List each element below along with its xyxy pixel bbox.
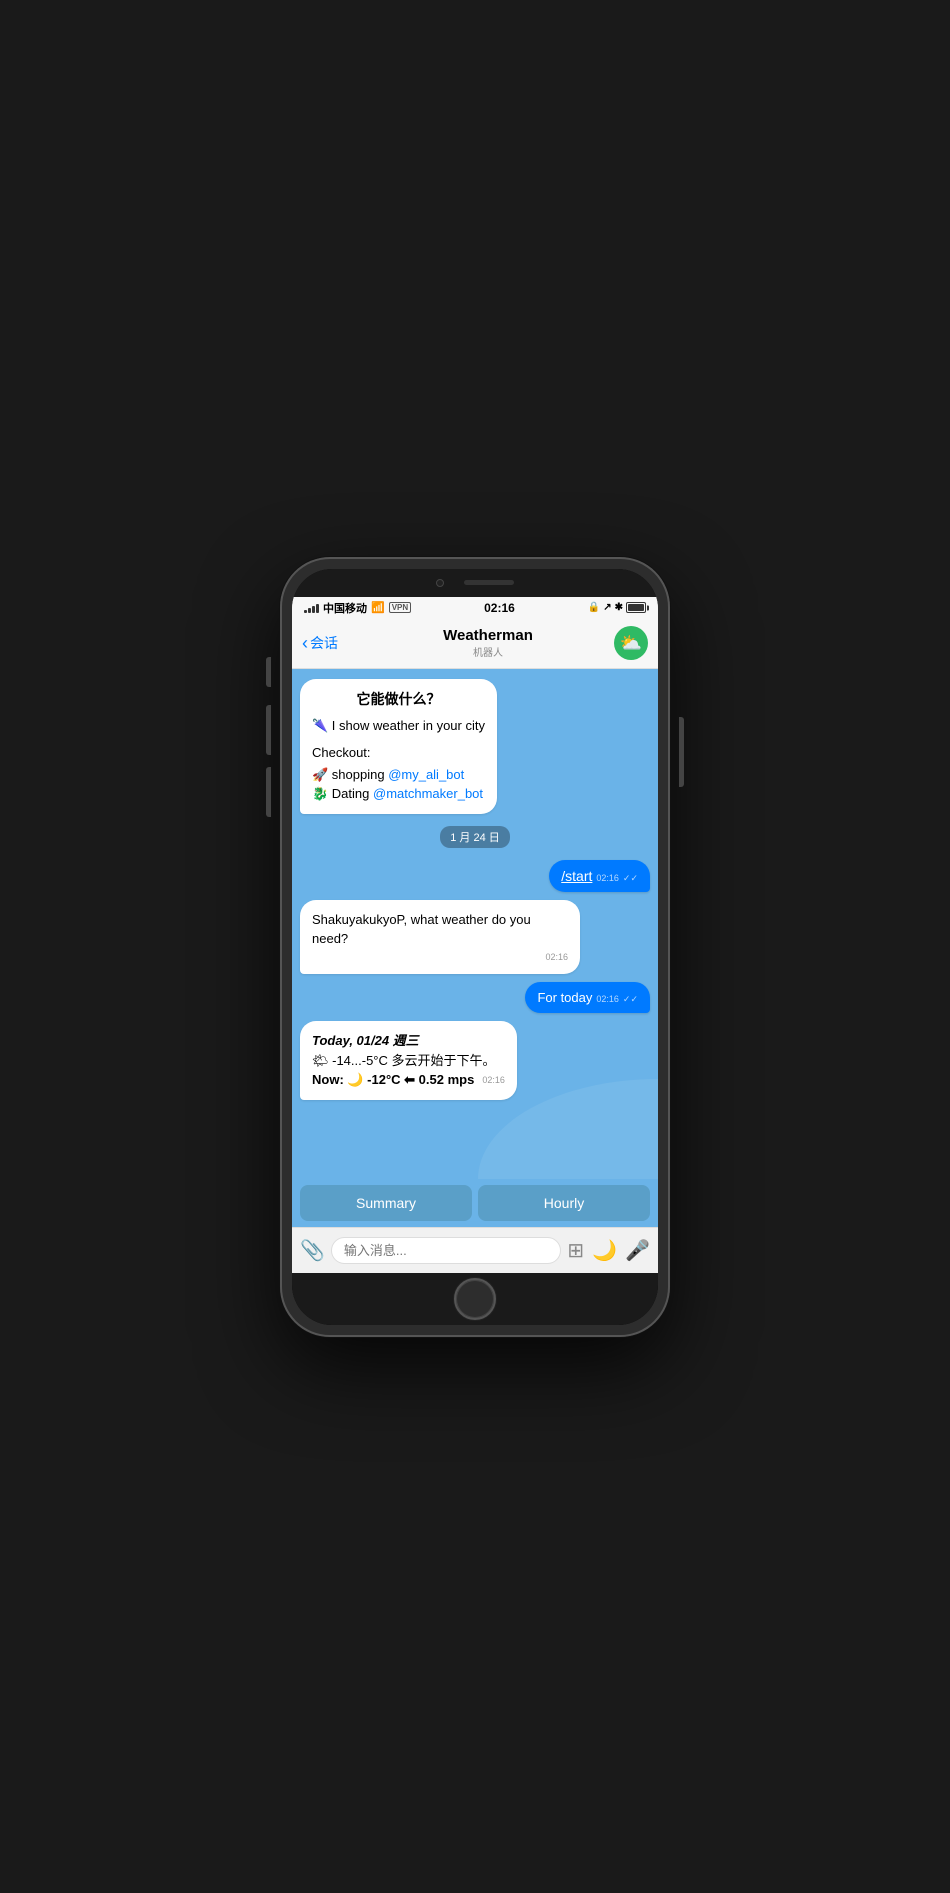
volume-up-button[interactable] <box>266 705 271 755</box>
shopping-link[interactable]: @my_ali_bot <box>388 767 464 782</box>
bot-intro-title: 它能做什么？ <box>312 689 485 710</box>
phone-device: 中国移动 📶 VPN 02:16 🔒 ↗ ✱ ‹ 会话 <box>280 557 670 1337</box>
app-screen: 中国移动 📶 VPN 02:16 🔒 ↗ ✱ ‹ 会话 <box>292 597 658 1273</box>
user-msg-start: /start 02:16 ✓✓ <box>549 860 650 892</box>
bot-weather-line3: Now: 🌙 -12°C ⬅ 0.52 mps 02:16 <box>312 1070 505 1090</box>
dating-link[interactable]: @matchmaker_bot <box>373 786 483 801</box>
bot-shopping-line: 🚀 shopping @my_ali_bot <box>312 765 485 785</box>
nav-bar: ‹ 会话 Weatherman 机器人 ⛅ <box>292 619 658 669</box>
vpn-badge: VPN <box>389 602 411 613</box>
back-button[interactable]: ‹ 会话 <box>302 633 362 653</box>
phone-notch <box>292 569 658 597</box>
bot-avatar-icon: ⛅ <box>620 633 642 654</box>
check-marks-1: ✓✓ <box>623 873 638 884</box>
bot-dating-line: 🐉 Dating @matchmaker_bot <box>312 784 485 804</box>
mute-button[interactable] <box>266 657 271 687</box>
bluetooth-icon: ✱ <box>615 602 623 613</box>
status-right: 🔒 ↗ ✱ <box>588 602 646 613</box>
inline-buttons-row: Summary Hourly <box>292 1179 658 1227</box>
bot-reply1-time: 02:16 <box>312 951 568 965</box>
home-bar <box>292 1273 658 1325</box>
attachment-icon[interactable]: 📎 <box>300 1238 325 1263</box>
nav-center: Weatherman 机器人 <box>362 627 614 659</box>
phone-screen: 中国移动 📶 VPN 02:16 🔒 ↗ ✱ ‹ 会话 <box>292 569 658 1325</box>
bot-weather-line2: 🌤 -14...-5°C 多云开始于下午。 <box>312 1051 505 1071</box>
bot-weather-bubble: Today, 01/24 週三 🌤 -14...-5°C 多云开始于下午。 No… <box>300 1021 517 1100</box>
bot-reply1-text: ShakuyakukyoP, what weather do you need? <box>312 910 568 949</box>
signal-icon <box>304 603 319 613</box>
power-button[interactable] <box>679 717 684 787</box>
shopping-prefix: 🚀 shopping <box>312 767 388 782</box>
summary-button[interactable]: Summary <box>300 1185 472 1221</box>
battery-fill <box>628 604 644 611</box>
bot-reply1-bubble: ShakuyakukyoP, what weather do you need?… <box>300 900 580 975</box>
carrier-label: 中国移动 <box>323 600 367 616</box>
earpiece <box>464 580 514 585</box>
weather-date-text: Today, 01/24 週三 <box>312 1033 419 1048</box>
user-msg2-text: For today <box>537 990 592 1005</box>
user-msg2-time: 02:16 <box>596 994 619 1004</box>
check-marks-2: ✓✓ <box>623 994 638 1005</box>
bot-intro-bubble: 它能做什么？ 🌂 I show weather in your city Che… <box>300 679 497 814</box>
chat-subtitle: 机器人 <box>362 644 614 659</box>
back-label: 会话 <box>310 633 338 653</box>
bot-reply2-time: 02:16 <box>482 1074 505 1088</box>
volume-down-button[interactable] <box>266 767 271 817</box>
input-right-icons: ⊞ 🌙 🎤 <box>567 1238 650 1263</box>
user-msg1-time: 02:16 <box>596 873 619 883</box>
home-button[interactable] <box>454 1278 496 1320</box>
sticker-icon[interactable]: ⊞ <box>567 1238 584 1263</box>
battery-icon <box>626 602 646 613</box>
emoji-icon[interactable]: 🌙 <box>592 1238 617 1263</box>
mic-icon[interactable]: 🎤 <box>625 1238 650 1263</box>
date-badge: 1 月 24 日 <box>440 826 510 848</box>
bot-intro-line1: 🌂 I show weather in your city <box>312 716 485 736</box>
location-icon: ↗ <box>603 602 611 613</box>
user-msg-start-text: /start <box>561 868 592 884</box>
bot-avatar[interactable]: ⛅ <box>614 626 648 660</box>
chat-area: 它能做什么？ 🌂 I show weather in your city Che… <box>292 669 658 1179</box>
chat-title: Weatherman <box>362 627 614 644</box>
dating-prefix: 🐉 Dating <box>312 786 373 801</box>
status-time: 02:16 <box>484 601 515 615</box>
user-msg-today: For today 02:16 ✓✓ <box>525 982 650 1013</box>
back-chevron-icon: ‹ <box>302 634 308 652</box>
input-bar: 📎 ⊞ 🌙 🎤 <box>292 1227 658 1273</box>
front-camera <box>436 579 444 587</box>
message-input[interactable] <box>331 1237 562 1264</box>
wifi-icon: 📶 <box>371 601 385 614</box>
bot-weather-line1: Today, 01/24 週三 <box>312 1031 505 1051</box>
bot-checkout-label: Checkout: <box>312 743 485 763</box>
lock-icon: 🔒 <box>588 602 600 613</box>
hourly-button[interactable]: Hourly <box>478 1185 650 1221</box>
status-left: 中国移动 📶 VPN <box>304 600 411 616</box>
weather-now-text: Now: 🌙 -12°C ⬅ 0.52 mps <box>312 1070 474 1090</box>
status-bar: 中国移动 📶 VPN 02:16 🔒 ↗ ✱ <box>292 597 658 619</box>
